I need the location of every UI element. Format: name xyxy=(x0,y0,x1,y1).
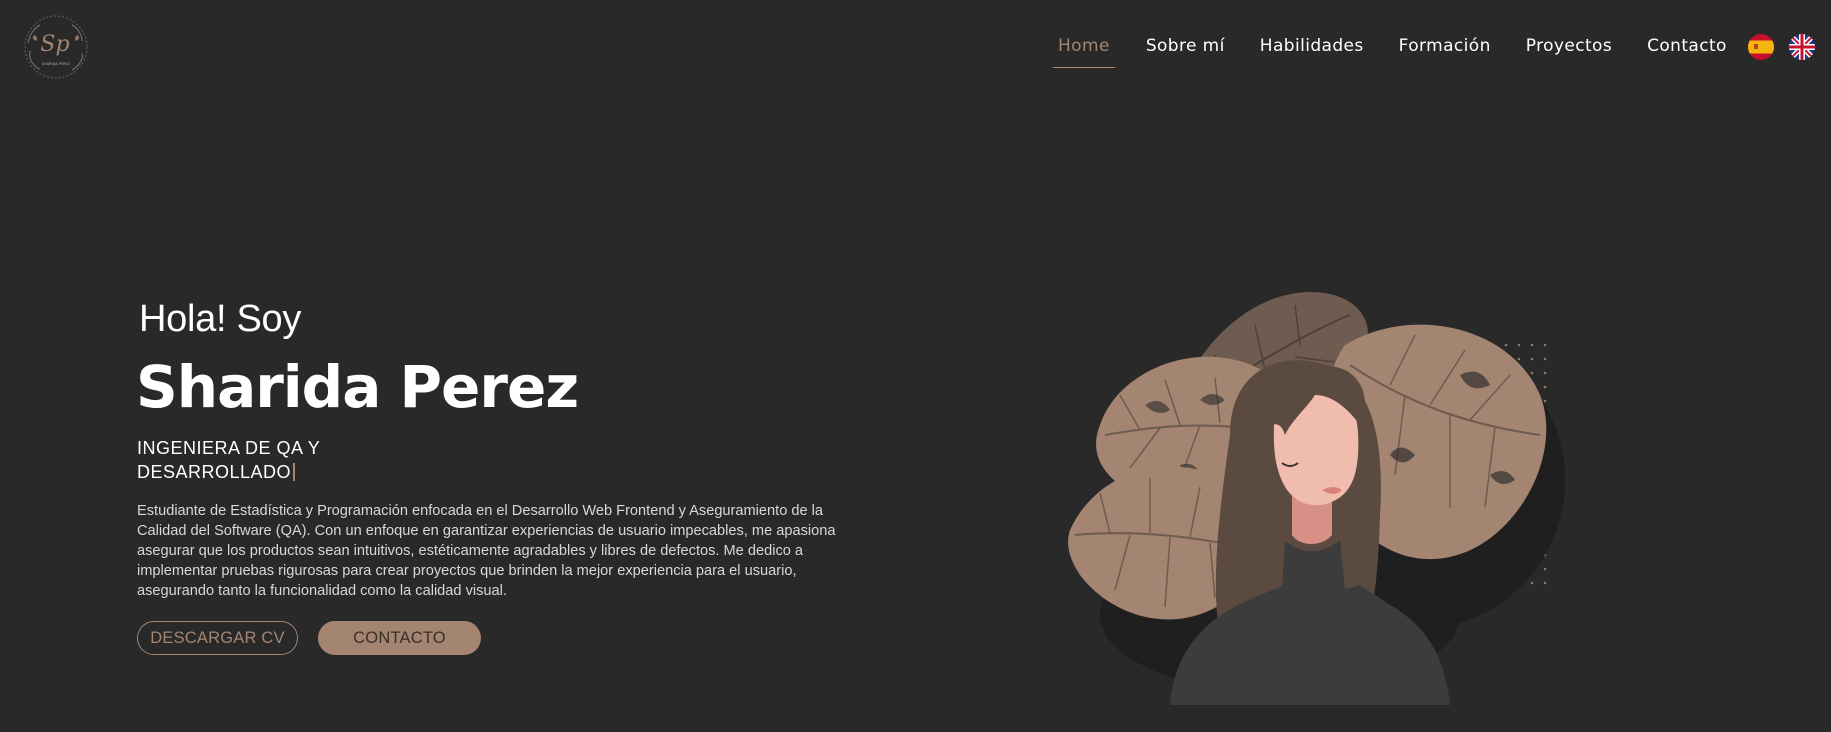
woman-with-leaves-illustration xyxy=(1068,291,1565,705)
dot xyxy=(1543,343,1547,347)
typing-cursor xyxy=(293,463,295,481)
dot xyxy=(1543,567,1547,571)
nav-contacto[interactable]: Contacto xyxy=(1647,34,1727,58)
nav-proyectos[interactable]: Proyectos xyxy=(1526,34,1612,58)
dot xyxy=(1517,357,1521,361)
hero-greeting: Hola! Soy xyxy=(139,298,302,340)
nav-sobre-mi[interactable]: Sobre mí xyxy=(1146,34,1225,58)
svg-text:Sp: Sp xyxy=(40,32,69,57)
dot xyxy=(1543,581,1547,585)
nav-formacion[interactable]: Formación xyxy=(1399,34,1491,58)
svg-text:SHARIDA PEREZ: SHARIDA PEREZ xyxy=(42,62,71,66)
page: Sp SHARIDA PEREZ Home Sobre mí Habilidad… xyxy=(0,0,1831,732)
download-cv-button[interactable]: DESCARGAR CV xyxy=(137,621,298,655)
logo-emblem-icon: Sp SHARIDA PEREZ xyxy=(24,15,88,79)
hero-illustration xyxy=(1060,285,1580,705)
dot xyxy=(1530,343,1534,347)
contact-button[interactable]: CONTACTO xyxy=(318,621,481,655)
nav-home[interactable]: Home xyxy=(1053,34,1115,68)
dot xyxy=(1530,371,1534,375)
main-nav: Home Sobre mí Habilidades Formación Proy… xyxy=(1053,34,1727,68)
dot xyxy=(1543,399,1547,403)
hero-name: Sharida Perez xyxy=(136,353,579,421)
uk-flag-icon[interactable] xyxy=(1789,34,1815,60)
nav-habilidades[interactable]: Habilidades xyxy=(1260,34,1364,58)
dot xyxy=(1543,385,1547,389)
dot xyxy=(1530,581,1534,585)
dot xyxy=(1504,343,1508,347)
hero-bio: Estudiante de Estadística y Programación… xyxy=(137,503,836,599)
dot xyxy=(1543,357,1547,361)
hero-role: INGENIERA DE QA Y DESARROLLADO xyxy=(137,436,377,484)
site-logo[interactable]: Sp SHARIDA PEREZ xyxy=(20,13,92,81)
spain-flag-icon[interactable] xyxy=(1748,34,1774,60)
dot xyxy=(1517,343,1521,347)
dot xyxy=(1543,371,1547,375)
dot xyxy=(1530,357,1534,361)
